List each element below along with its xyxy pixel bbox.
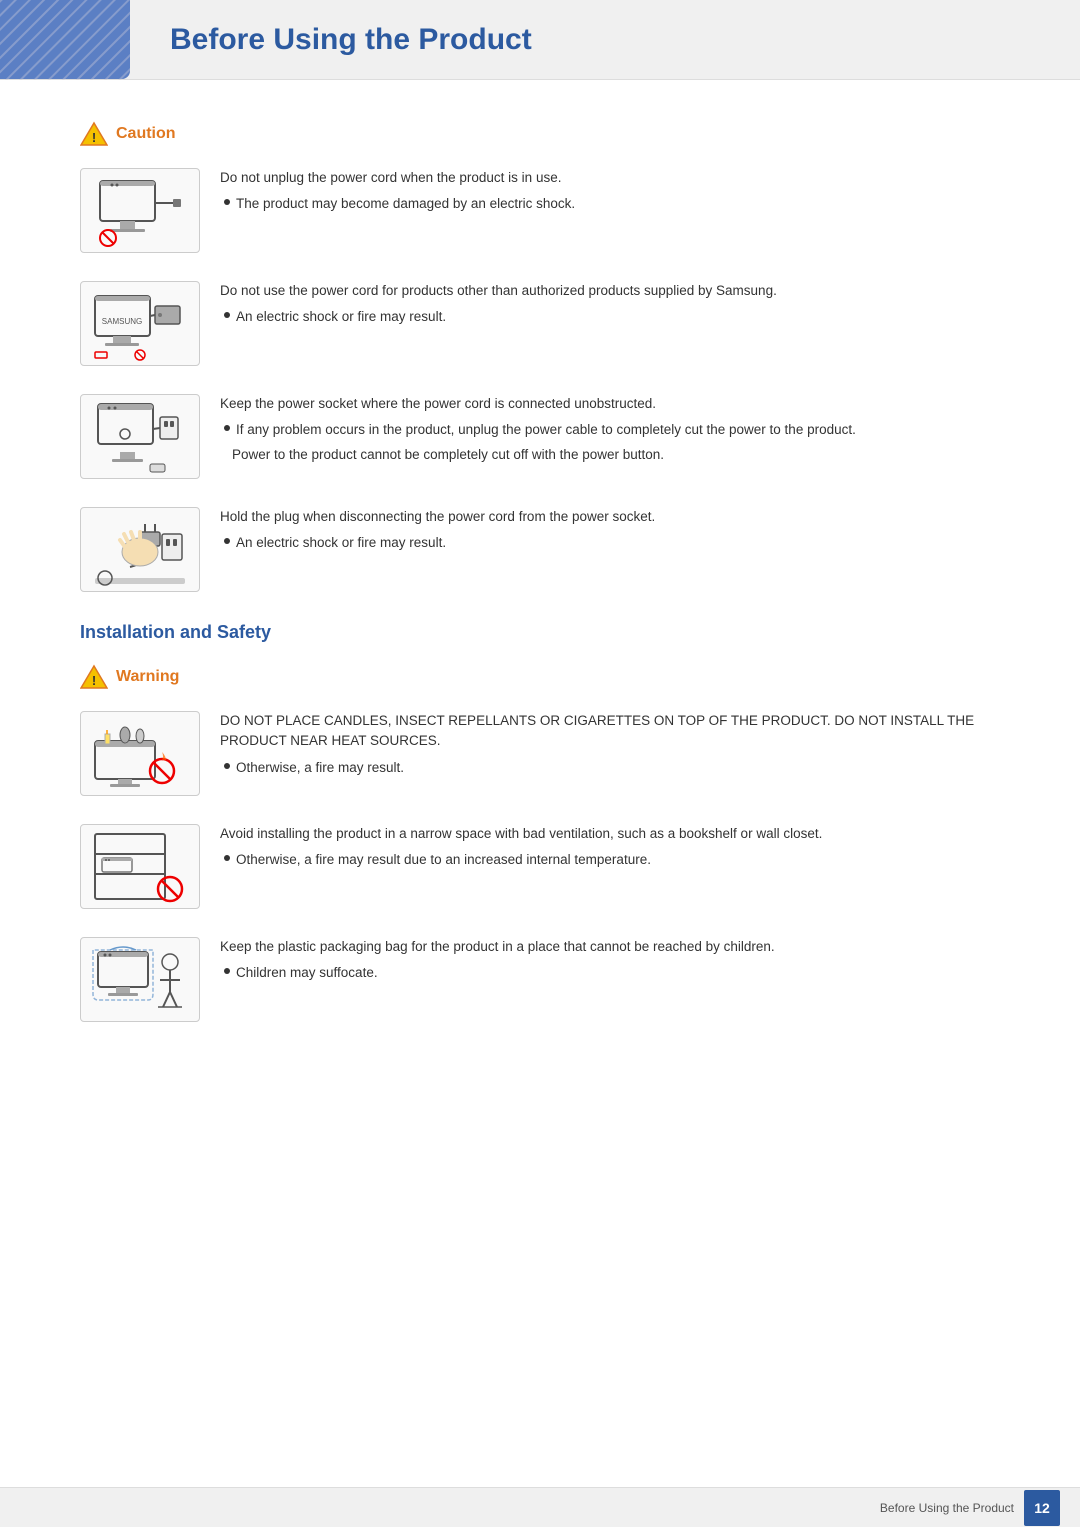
installation-heading: Installation and Safety xyxy=(80,622,1000,643)
svg-text:!: ! xyxy=(92,130,96,145)
warning-main-3: Keep the plastic packaging bag for the p… xyxy=(220,937,1000,957)
caution-bullet-2-0: An electric shock or fire may result. xyxy=(224,307,1000,327)
caution-main-1: Do not unplug the power cord when the pr… xyxy=(220,168,1000,188)
caution-label: Caution xyxy=(116,125,176,143)
page-header: Before Using the Product xyxy=(0,0,1080,80)
caution-illustration-1 xyxy=(80,168,200,253)
caution-item-1: Do not unplug the power cord when the pr… xyxy=(80,168,1000,253)
caution-illustration-2: SAMSUNG xyxy=(80,281,200,366)
warning-bullet-text-3-0: Children may suffocate. xyxy=(236,963,378,983)
caution-text-3: Keep the power socket where the power co… xyxy=(220,394,1000,465)
footer-text: Before Using the Product xyxy=(880,1501,1014,1515)
page-footer: Before Using the Product 12 xyxy=(0,1487,1080,1527)
warning-text-3: Keep the plastic packaging bag for the p… xyxy=(220,937,1000,988)
warning-text-1: DO NOT PLACE CANDLES, INSECT REPELLANTS … xyxy=(220,711,1000,782)
warning-main-1: DO NOT PLACE CANDLES, INSECT REPELLANTS … xyxy=(220,711,1000,752)
warning-icon: ! xyxy=(80,663,108,691)
caution-item-3: Keep the power socket where the power co… xyxy=(80,394,1000,479)
svg-text:SAMSUNG: SAMSUNG xyxy=(102,317,142,326)
svg-text:!: ! xyxy=(92,673,96,688)
bullet-dot xyxy=(224,538,230,544)
caution-section-header: ! Caution xyxy=(80,120,1000,148)
page-number: 12 xyxy=(1024,1490,1060,1526)
warning-illustration-3 xyxy=(80,937,200,1022)
warning-illustration-1 xyxy=(80,711,200,796)
caution-main-3: Keep the power socket where the power co… xyxy=(220,394,1000,414)
caution-bullet-text-3-0: If any problem occurs in the product, un… xyxy=(236,420,856,440)
warning-item-1: DO NOT PLACE CANDLES, INSECT REPELLANTS … xyxy=(80,711,1000,796)
warning-bullet-text-1-0: Otherwise, a fire may result. xyxy=(236,758,404,778)
caution-bullet-text-2-0: An electric shock or fire may result. xyxy=(236,307,446,327)
warning-item-2: Avoid installing the product in a narrow… xyxy=(80,824,1000,909)
caution-bullet-4-0: An electric shock or fire may result. xyxy=(224,533,1000,553)
warning-illustration-2 xyxy=(80,824,200,909)
bullet-dot xyxy=(224,199,230,205)
caution-item-4: Hold the plug when disconnecting the pow… xyxy=(80,507,1000,592)
caution-text-1: Do not unplug the power cord when the pr… xyxy=(220,168,1000,219)
caution-icon: ! xyxy=(80,120,108,148)
caution-text-4: Hold the plug when disconnecting the pow… xyxy=(220,507,1000,558)
warning-label: Warning xyxy=(116,668,179,686)
caution-bullet-text-4-0: An electric shock or fire may result. xyxy=(236,533,446,553)
warning-bullet-2-0: Otherwise, a fire may result due to an i… xyxy=(224,850,1000,870)
bullet-dot xyxy=(224,968,230,974)
bullet-dot xyxy=(224,312,230,318)
bullet-dot xyxy=(224,763,230,769)
warning-item-3: Keep the plastic packaging bag for the p… xyxy=(80,937,1000,1022)
warning-bullet-text-2-0: Otherwise, a fire may result due to an i… xyxy=(236,850,651,870)
main-content: ! Caution Do xyxy=(0,80,1080,1110)
caution-illustration-3 xyxy=(80,394,200,479)
page-title: Before Using the Product xyxy=(170,23,532,57)
warning-bullet-3-0: Children may suffocate. xyxy=(224,963,1000,983)
caution-item-2: SAMSUNG Do not use the power cord for pr… xyxy=(80,281,1000,366)
caution-bullet-1-0: The product may become damaged by an ele… xyxy=(224,194,1000,214)
caution-text-2: Do not use the power cord for products o… xyxy=(220,281,1000,332)
caution-main-2: Do not use the power cord for products o… xyxy=(220,281,1000,301)
bullet-dot xyxy=(224,855,230,861)
warning-text-2: Avoid installing the product in a narrow… xyxy=(220,824,1000,875)
caution-sub-3-0: Power to the product cannot be completel… xyxy=(232,445,1000,465)
caution-bullet-text-1-0: The product may become damaged by an ele… xyxy=(236,194,575,214)
caution-main-4: Hold the plug when disconnecting the pow… xyxy=(220,507,1000,527)
warning-section-header: ! Warning xyxy=(80,663,1000,691)
stripe-decoration xyxy=(0,0,130,80)
bullet-dot xyxy=(224,425,230,431)
header-title-area: Before Using the Product xyxy=(130,0,1080,79)
warning-bullet-1-0: Otherwise, a fire may result. xyxy=(224,758,1000,778)
warning-main-2: Avoid installing the product in a narrow… xyxy=(220,824,1000,844)
caution-illustration-4 xyxy=(80,507,200,592)
caution-bullet-3-0: If any problem occurs in the product, un… xyxy=(224,420,1000,440)
